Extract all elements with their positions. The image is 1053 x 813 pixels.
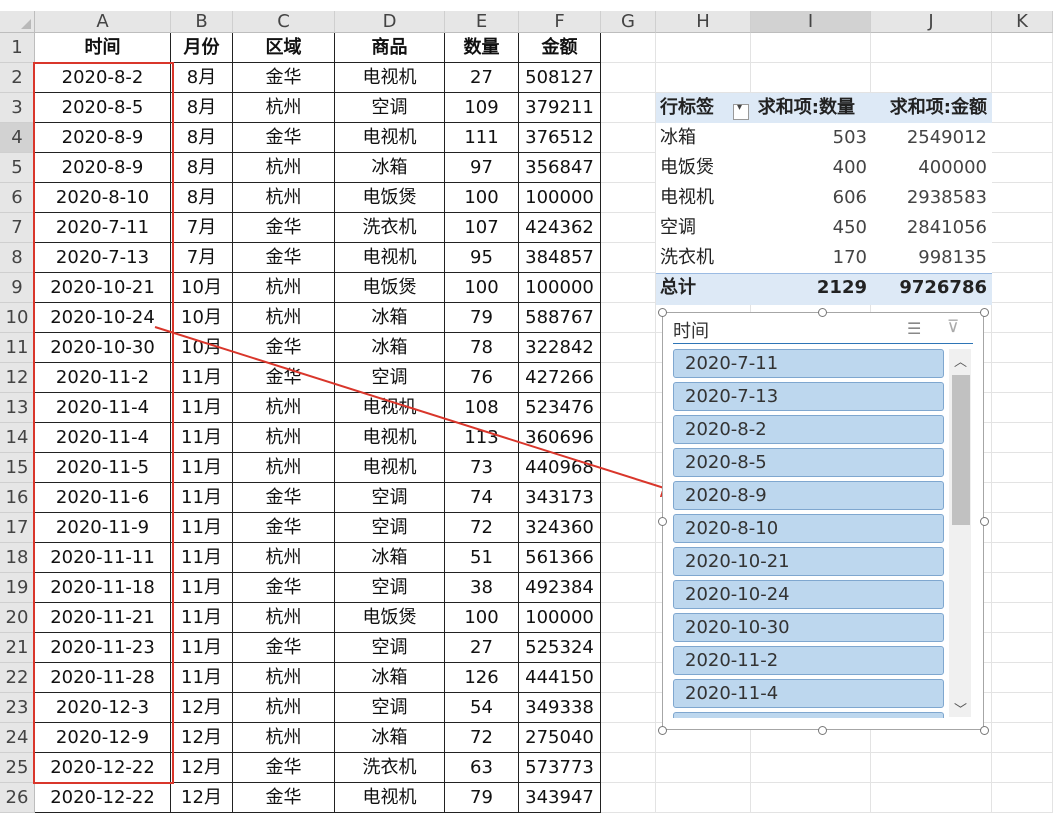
pivot-row-label[interactable]: 空调 — [660, 213, 696, 243]
slicer-item[interactable]: 2020-10-21 — [673, 547, 944, 576]
slicer-item[interactable]: 2020-8-10 — [673, 514, 944, 543]
pivot-quantity-value[interactable]: 400 — [751, 153, 867, 183]
pivot-row-label-header: 行标签 — [660, 97, 714, 118]
resize-handle-top-left[interactable] — [658, 308, 667, 317]
pivot-amount-value[interactable]: 2549012 — [871, 123, 987, 153]
slicer-title-underline — [673, 343, 973, 344]
pivot-row-label[interactable]: 电视机 — [660, 183, 714, 213]
pivot-row-label[interactable]: 冰箱 — [660, 123, 696, 153]
row-label-filter-dropdown[interactable]: ▾ — [733, 102, 749, 120]
scrollbar-thumb[interactable] — [952, 375, 970, 525]
pivot-sum-quantity-header: 求和项:数量 — [757, 97, 855, 118]
pivot-total-amount[interactable]: 9726786 — [871, 273, 987, 303]
scroll-down-icon[interactable]: ﹀ — [954, 699, 967, 718]
pivot-total-label[interactable]: 总计 — [660, 273, 696, 303]
pivot-row-label[interactable]: 洗衣机 — [660, 243, 714, 273]
slicer-item[interactable]: 2020-8-9 — [673, 481, 944, 510]
clear-filter-icon[interactable]: ⊽ — [947, 317, 959, 337]
pivot-quantity-value[interactable]: 606 — [751, 183, 867, 213]
slicer-item[interactable]: 2020-7-13 — [673, 382, 944, 411]
slicer-item[interactable]: 2020-11-2 — [673, 646, 944, 675]
slicer-item[interactable]: 2020-8-2 — [673, 415, 944, 444]
pivot-amount-value[interactable]: 2841056 — [871, 213, 987, 243]
slicer-item[interactable]: 2020-8-5 — [673, 448, 944, 477]
slicer-panel[interactable]: 时间 ☰ ⊽ 2020-7-11 2020-7-13 2020-8-2 2020-8-… — [662, 312, 984, 730]
slicer-item[interactable]: 2020-10-30 — [673, 613, 944, 642]
multi-select-icon[interactable]: ☰ — [907, 319, 921, 338]
chevron-down-icon: ▾ — [737, 102, 743, 113]
slicer-title: 时间 — [673, 321, 709, 342]
pivot-quantity-value[interactable]: 450 — [751, 213, 867, 243]
pivot-total-quantity[interactable]: 2129 — [751, 273, 867, 303]
pivot-quantity-value[interactable]: 503 — [751, 123, 867, 153]
resize-handle-middle-right[interactable] — [980, 517, 989, 526]
pivot-amount-value[interactable]: 400000 — [871, 153, 987, 183]
slicer-item-partial[interactable] — [673, 712, 944, 718]
scroll-up-icon[interactable]: ︿ — [954, 351, 967, 370]
slicer-item[interactable]: 2020-10-24 — [673, 580, 944, 609]
resize-handle-bottom-right[interactable] — [980, 726, 989, 735]
slicer-item[interactable]: 2020-11-4 — [673, 679, 944, 708]
pivot-row-label[interactable]: 电饭煲 — [660, 153, 714, 183]
resize-handle-top-right[interactable] — [980, 308, 989, 317]
resize-handle-top-middle[interactable] — [818, 308, 827, 317]
resize-handle-bottom-left[interactable] — [658, 726, 667, 735]
pivot-amount-value[interactable]: 2938583 — [871, 183, 987, 213]
resize-handle-bottom-middle[interactable] — [818, 726, 827, 735]
pivot-quantity-value[interactable]: 170 — [751, 243, 867, 273]
resize-handle-middle-left[interactable] — [658, 517, 667, 526]
pivot-amount-value[interactable]: 998135 — [871, 243, 987, 273]
slicer-item[interactable]: 2020-7-11 — [673, 349, 944, 378]
pivot-sum-amount-header: 求和项:金额 — [889, 97, 987, 118]
slicer-scrollbar[interactable]: ︿ ﹀ — [949, 349, 971, 718]
